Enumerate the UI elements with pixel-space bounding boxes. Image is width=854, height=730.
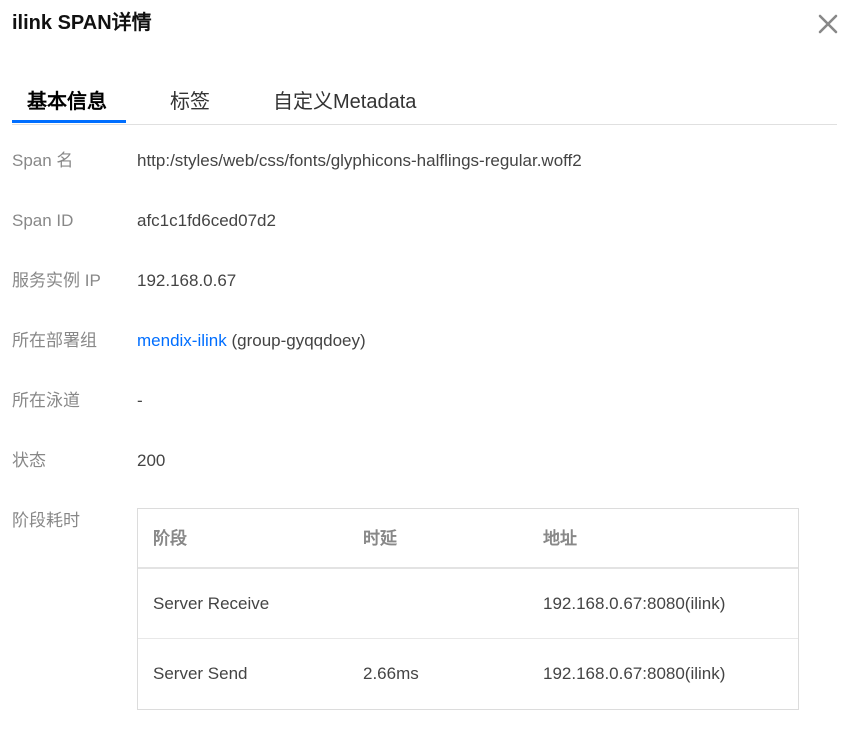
status-value: 200: [137, 451, 166, 470]
status-label: 状态: [12, 451, 46, 470]
span-id-label: Span ID: [12, 211, 74, 230]
address-cell: 192.168.0.67:8080(ilink): [543, 664, 726, 683]
tab-bar: 基本信息 标签 自定义Metadata: [12, 82, 837, 125]
deploy-group-value: mendix-ilink (group-gyqqdoey): [137, 330, 366, 352]
stage-cell: Server Receive: [153, 594, 270, 613]
tab-custom-metadata[interactable]: 自定义Metadata: [273, 82, 416, 122]
stage-timing-table: 阶段 时延 地址 Server Receive 192.168.0.67:808…: [137, 508, 799, 710]
dialog-title: ilink SPAN详情: [12, 12, 152, 34]
span-id-value: afc1c1fd6ced07d2: [137, 211, 276, 230]
close-icon[interactable]: [815, 11, 841, 37]
instance-ip-value: 192.168.0.67: [137, 271, 237, 290]
deploy-group-link[interactable]: mendix-ilink: [137, 331, 227, 350]
instance-ip-label: 服务实例 IP: [12, 271, 101, 290]
span-name-value: http:/styles/web/css/fonts/glyphicons-ha…: [137, 151, 582, 170]
table-row: Server Send 2.66ms 192.168.0.67:8080(ili…: [138, 639, 798, 709]
table-row: Server Receive 192.168.0.67:8080(ilink): [138, 569, 798, 639]
column-header-address: 地址: [543, 529, 577, 548]
tab-tags[interactable]: 标签: [170, 82, 210, 122]
span-name-label: Span 名: [12, 151, 74, 170]
latency-cell: 2.66ms: [363, 664, 419, 683]
close-button[interactable]: [815, 11, 841, 37]
stage-timing-label: 阶段耗时: [12, 511, 80, 530]
deploy-group-id: (group-gyqqdoey): [226, 331, 366, 350]
column-header-latency: 时延: [363, 529, 397, 548]
tab-basic-info[interactable]: 基本信息: [27, 82, 107, 122]
deploy-group-label: 所在部署组: [12, 331, 97, 350]
lane-value: -: [137, 391, 143, 410]
table-header: 阶段 时延 地址: [138, 509, 798, 569]
lane-label: 所在泳道: [12, 391, 80, 410]
address-cell: 192.168.0.67:8080(ilink): [543, 594, 726, 613]
stage-cell: Server Send: [153, 664, 248, 683]
active-tab-indicator: [12, 120, 126, 123]
column-header-stage: 阶段: [153, 529, 187, 548]
